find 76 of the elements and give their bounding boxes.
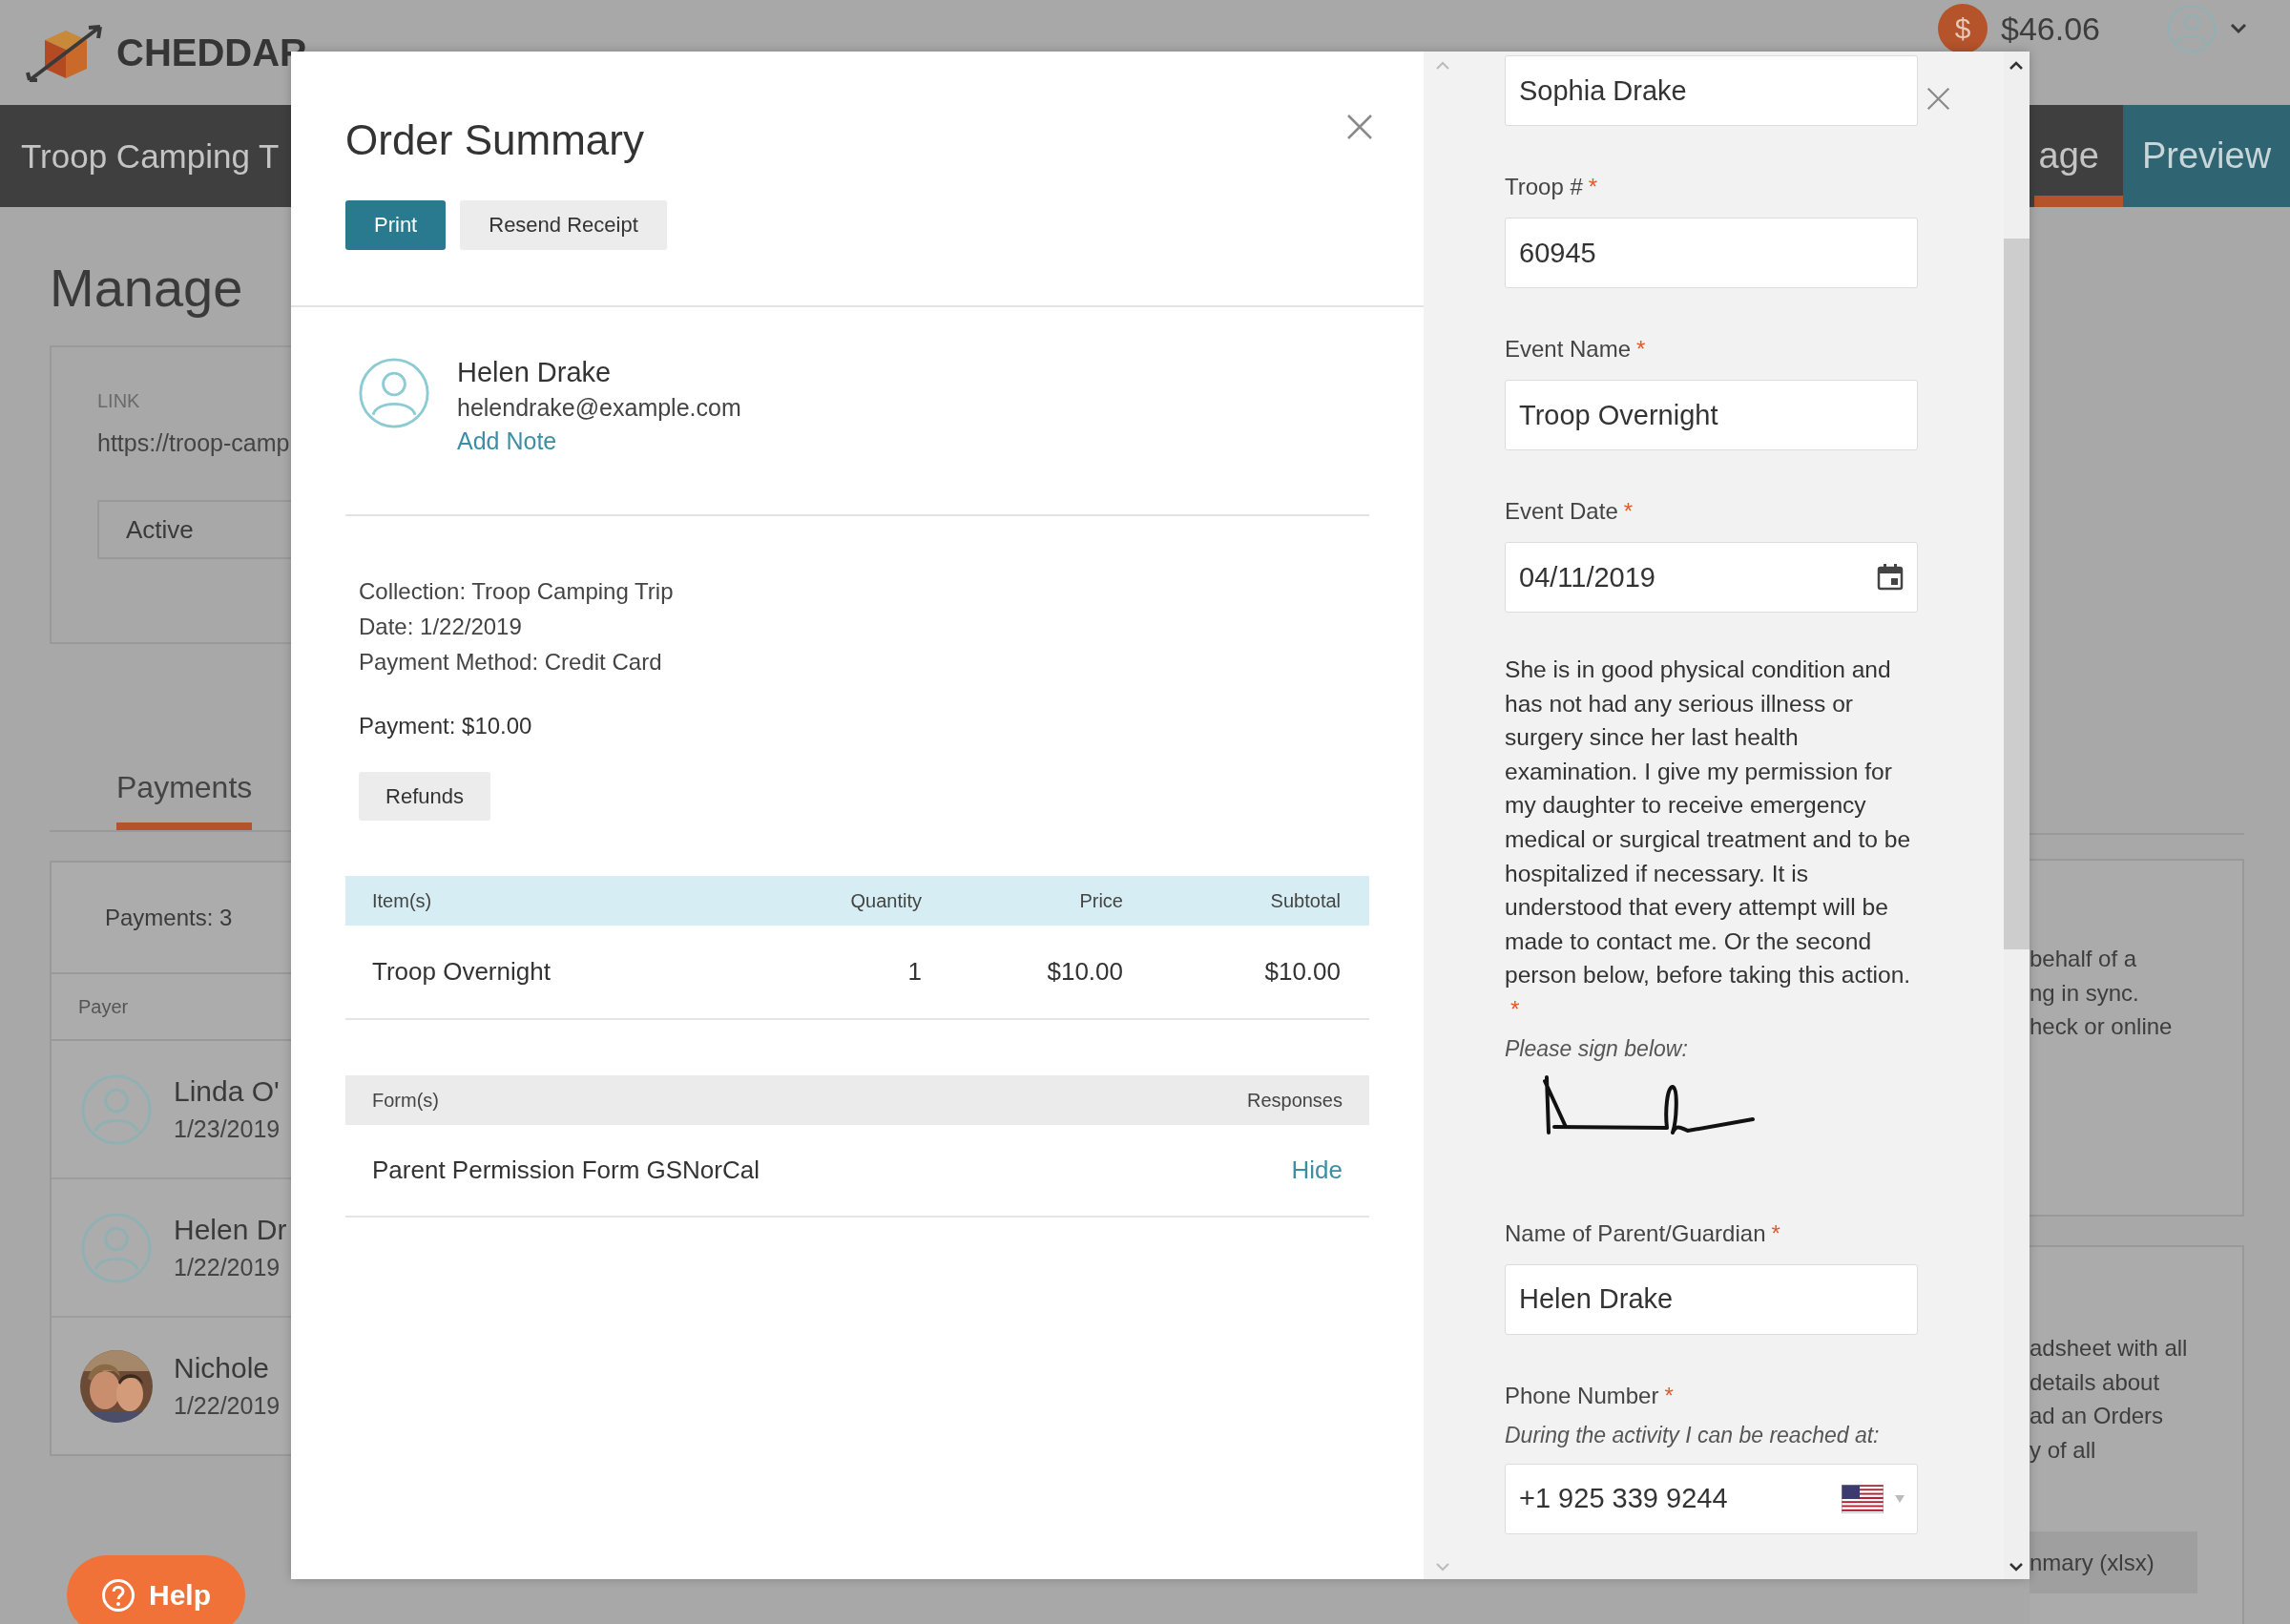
- payer-name: Helen Drake: [457, 357, 613, 388]
- chevron-down-icon[interactable]: [2230, 23, 2247, 34]
- payments-count: Payments: 3: [105, 904, 233, 931]
- card-text: details about: [2030, 1367, 2161, 1397]
- field-label: Phone Number *: [1505, 1382, 1674, 1409]
- payer-name[interactable]: Nichole: [174, 1352, 281, 1385]
- link-url[interactable]: https://troop-camp: [97, 429, 290, 457]
- phone-field[interactable]: +1 925 339 9244: [1505, 1463, 1918, 1534]
- card-text: adsheet with all: [2030, 1334, 2189, 1363]
- column-header: Price: [1078, 889, 1123, 912]
- avatar-icon: [80, 1072, 153, 1146]
- order-detail: Collection: Troop Camping Trip: [359, 577, 675, 606]
- table-cell-text: 1: [906, 957, 922, 987]
- payment-date: 1/22/2019: [174, 1254, 281, 1281]
- page-heading: Manage: [50, 257, 244, 319]
- column-header: Subtotal: [1269, 889, 1341, 912]
- order-detail: Date: 1/22/2019: [359, 613, 523, 641]
- scroll-up-icon[interactable]: [2009, 61, 2024, 71]
- card-text: y of all: [2030, 1435, 2097, 1465]
- text-field[interactable]: 60945: [1505, 218, 1918, 288]
- scrollbar-thumb[interactable]: [2004, 239, 2030, 949]
- download-button[interactable]: nmary (xlsx): [2030, 1531, 2197, 1593]
- preview-button[interactable]: Preview: [2123, 105, 2290, 207]
- card-text: ng in sync.: [2030, 978, 2140, 1008]
- card-text: ad an Orders: [2030, 1402, 2165, 1430]
- close-icon[interactable]: [1345, 113, 1374, 141]
- table-cell-text: Troop Overnight: [372, 957, 552, 987]
- field-label: Troop # *: [1505, 174, 1598, 200]
- card-text: heck or online: [2030, 1012, 2174, 1041]
- date-field[interactable]: 04/11/2019: [1505, 542, 1918, 613]
- column-header: Item(s): [372, 889, 433, 912]
- card-text: behalf of a: [2030, 945, 2138, 973]
- scroll-down-icon[interactable]: [2009, 1562, 2024, 1572]
- flag-icon[interactable]: [1842, 1484, 1884, 1513]
- balance-amount: $46.06: [2001, 10, 2100, 48]
- payment-amount: Payment: $10.00: [359, 712, 533, 740]
- help-button[interactable]: Help: [67, 1555, 245, 1624]
- table-cell-text: $10.00: [1263, 957, 1341, 987]
- column-header: Payer: [78, 995, 129, 1018]
- field-label: Event Name *: [1505, 336, 1646, 363]
- payer-email: helendrake@example.com: [457, 394, 741, 422]
- text-field[interactable]: Sophia Drake: [1505, 55, 1918, 126]
- signature-hint: Please sign below:: [1505, 1035, 1688, 1062]
- field-label: Event Date *: [1505, 498, 1634, 525]
- text-field[interactable]: Helen Drake: [1505, 1263, 1918, 1335]
- column-header: Quantity: [849, 889, 922, 912]
- link-label: LINK: [97, 390, 140, 412]
- avatar-icon: [358, 357, 430, 429]
- brand-name: CHEDDAR: [116, 31, 307, 74]
- payment-date: 1/23/2019: [174, 1115, 281, 1143]
- hide-link[interactable]: Hide: [1291, 1156, 1343, 1185]
- refunds-button[interactable]: Refunds: [359, 772, 490, 821]
- payment-date: 1/22/2019: [174, 1392, 281, 1420]
- resend-button[interactable]: Resend Receipt: [460, 200, 667, 250]
- field-label: Name of Parent/Guardian *: [1505, 1219, 1780, 1247]
- order-detail: Payment Method: Credit Card: [359, 648, 663, 677]
- modal-title: Order Summary: [345, 116, 644, 164]
- calendar-icon[interactable]: [1876, 563, 1905, 592]
- text-field[interactable]: Troop Overnight: [1505, 380, 1918, 450]
- payer-name[interactable]: Helen Dr: [174, 1214, 287, 1246]
- payer-name[interactable]: Linda O': [174, 1075, 281, 1108]
- help-icon: [101, 1577, 135, 1613]
- table-cell: Parent Permission Form GSNorCal: [372, 1156, 760, 1185]
- coin-icon: $: [1938, 4, 1988, 53]
- field-hint: During the activity I can be reached at:: [1505, 1422, 1880, 1448]
- close-icon[interactable]: [1926, 86, 1951, 112]
- add-note-link[interactable]: Add Note: [457, 427, 557, 455]
- table-cell-text: $10.00: [1046, 957, 1123, 987]
- collection-title: Troop Camping T: [20, 136, 280, 176]
- print-button[interactable]: Print: [345, 200, 447, 250]
- column-header: Form(s): [372, 1089, 439, 1112]
- avatar-icon: [80, 1211, 153, 1284]
- payments-tab[interactable]: Payments: [116, 770, 253, 830]
- consent-text: She is in good physical condition and has not had any serious illness or surgery since her last health examination. I give my permission for my daughter to receive emergency medical or surgical treatment and to be hospitalized if necessary. It is understood that every attempt will be made to contact me. Or the second person below, before taking this action. *: [1505, 656, 1912, 1024]
- avatar-icon: [2167, 4, 2217, 53]
- column-header: Responses: [1246, 1089, 1343, 1112]
